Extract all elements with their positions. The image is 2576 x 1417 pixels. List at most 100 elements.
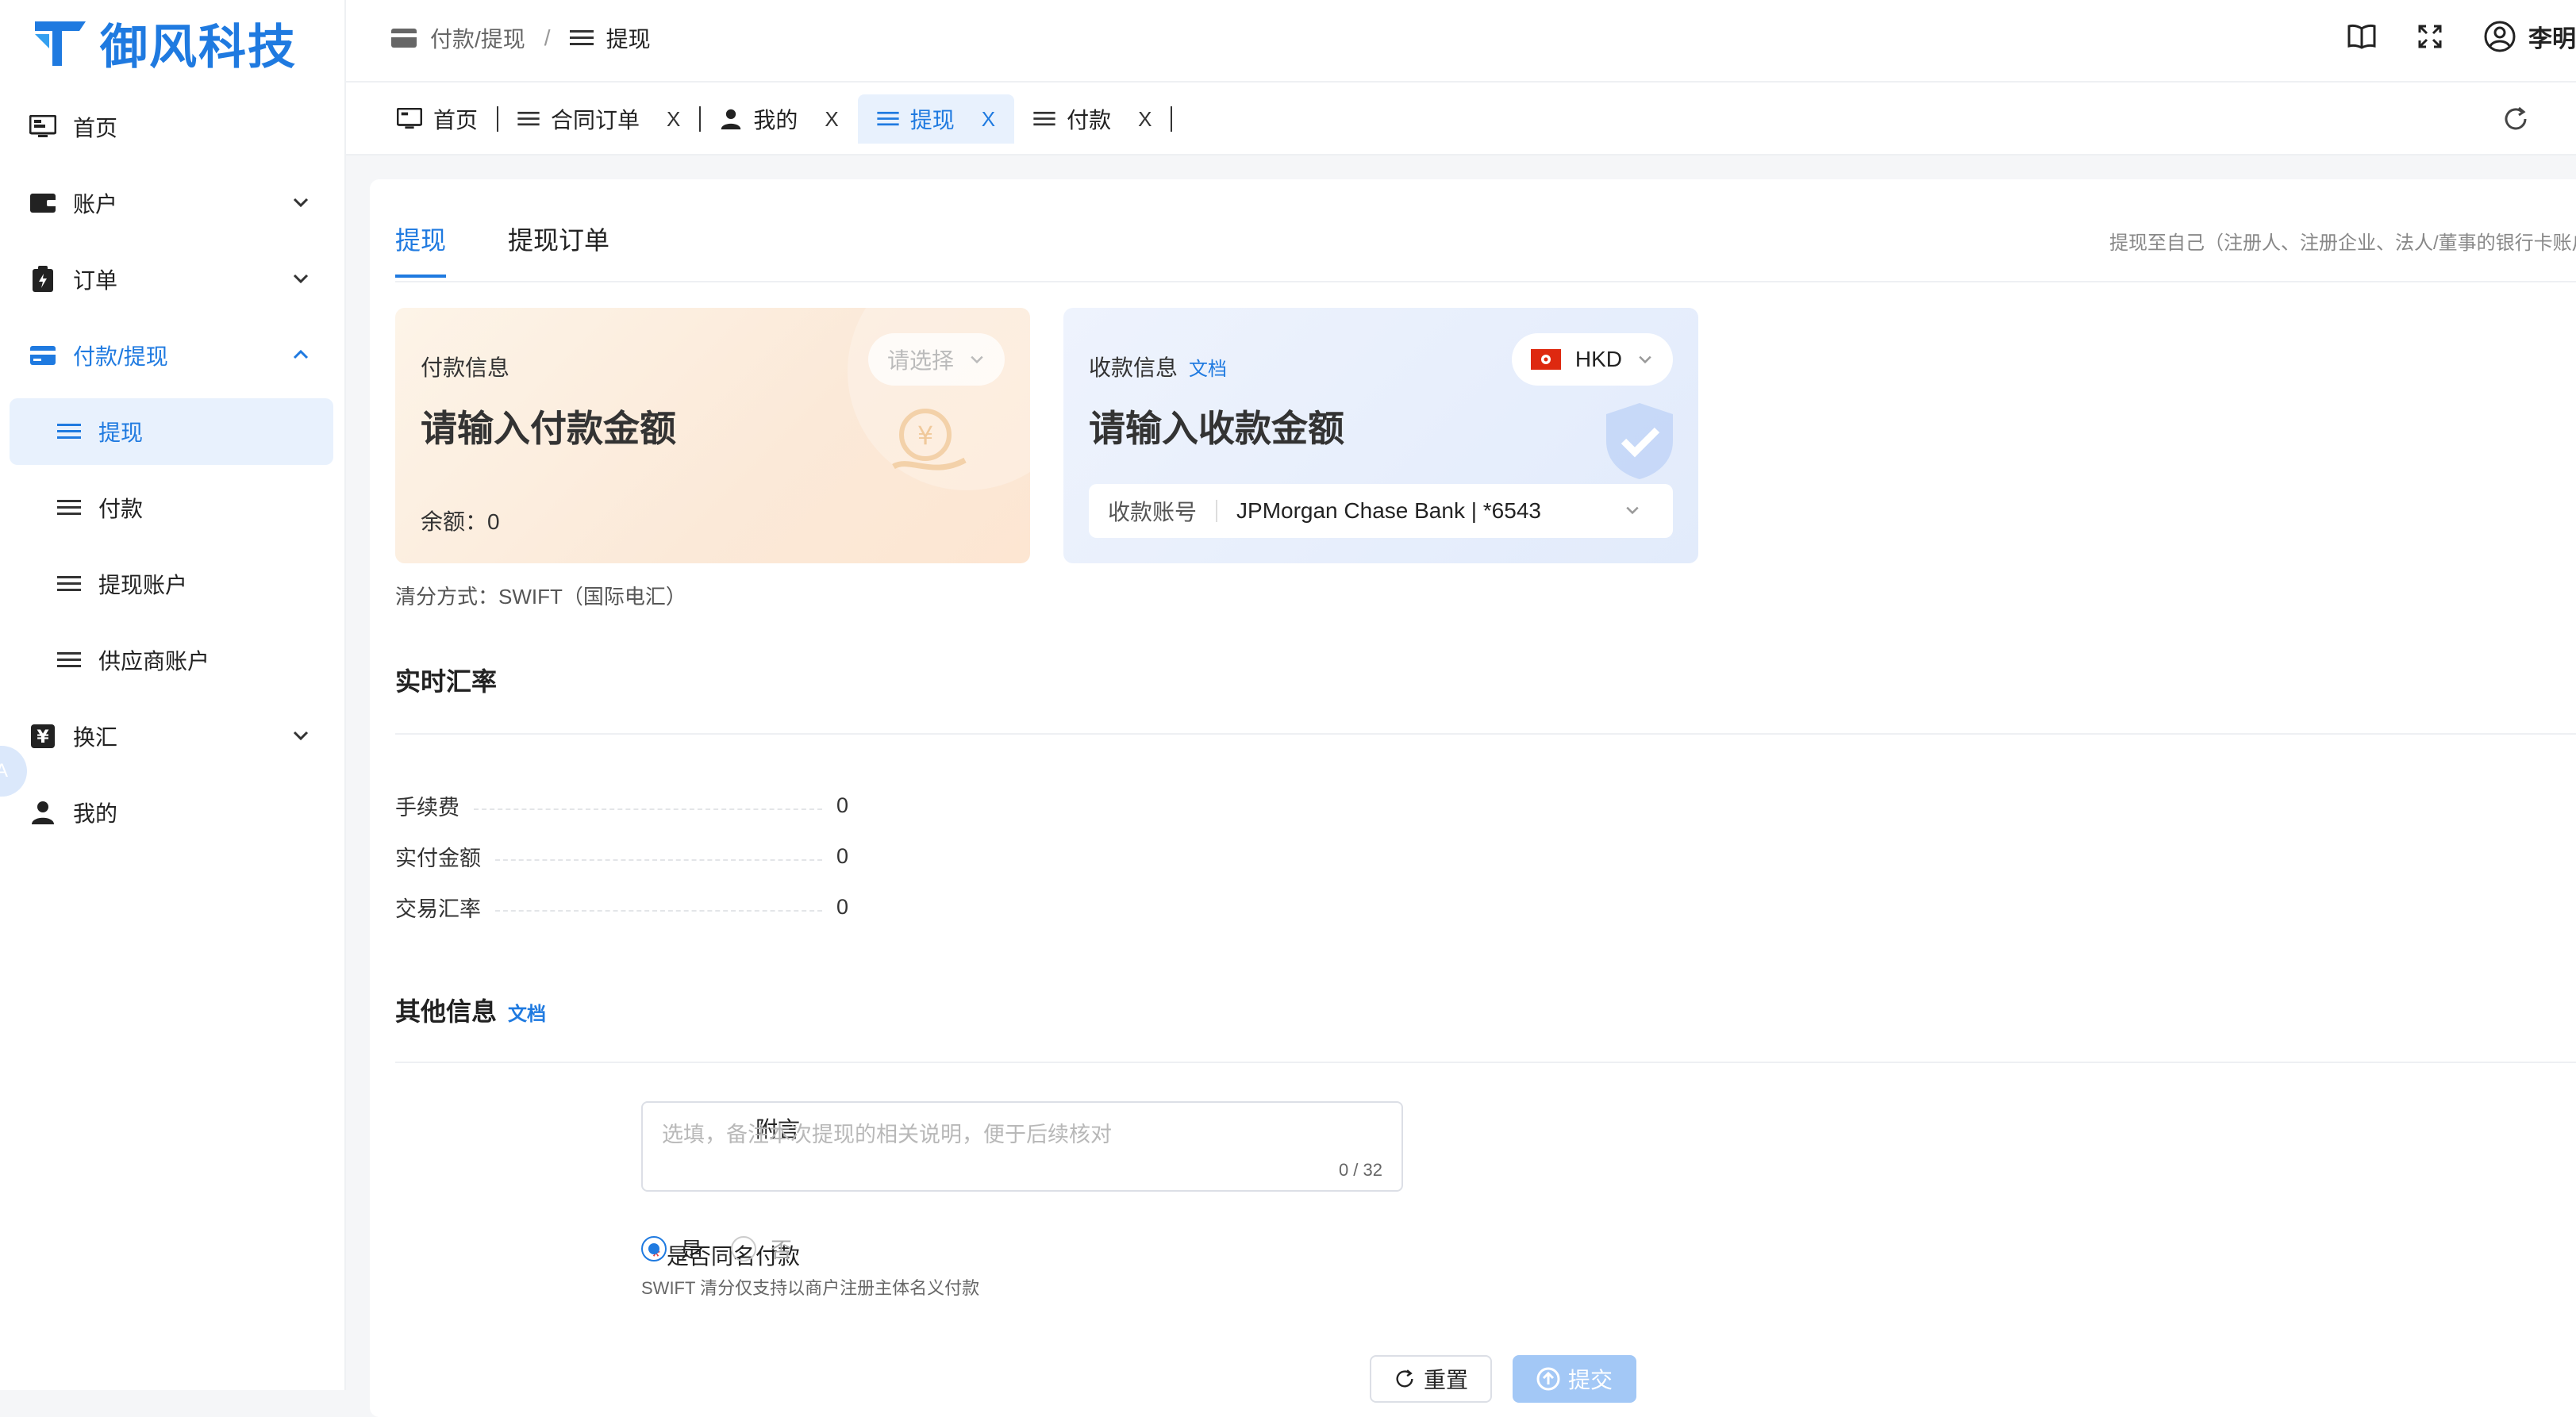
section-title-rate: 实时汇率 <box>395 662 497 698</box>
sidebar-item-label: 首页 <box>73 116 118 140</box>
radio-yes[interactable] <box>641 1235 667 1261</box>
doc-link[interactable]: 文档 <box>508 998 546 1026</box>
close-icon[interactable]: X <box>1138 107 1152 132</box>
sidebar-subitem-label: 提现 <box>98 420 144 445</box>
page-tabs: 首页 合同订单 X 我的 X 提现 X 付款 X <box>378 94 1173 144</box>
close-icon[interactable]: X <box>982 107 995 132</box>
sidebar-item-orders[interactable]: 订单 <box>0 241 346 317</box>
tab-payment[interactable]: 付款 X <box>1014 94 1171 144</box>
same-name-radio-group: 是 否 <box>641 1233 792 1264</box>
fee-label: 手续费 <box>395 796 459 820</box>
payment-info-title: 付款信息 <box>421 355 510 380</box>
tab-withdraw-form[interactable]: 提现 <box>395 221 447 278</box>
coin-hand-icon: ¥ <box>892 409 967 470</box>
receive-amount-input[interactable]: 请输入收款金额 <box>1089 400 1344 452</box>
balance-text: 余额：0 <box>421 509 500 534</box>
sidebar-subitem-withdraw[interactable]: 提现 <box>10 398 333 465</box>
sidebar-subitem-label: 付款 <box>98 497 144 521</box>
sidebar-subitem-payment[interactable]: 付款 <box>0 470 346 546</box>
sidebar-item-label: 我的 <box>73 801 118 826</box>
refresh-icon[interactable] <box>2501 105 2530 133</box>
tab-label: 付款 <box>1067 108 1112 132</box>
monitor-icon <box>27 111 59 143</box>
payment-info-card: 付款信息 请选择 请输入付款金额 ¥ 余额：0 <box>395 308 1030 563</box>
chevron-up-icon[interactable] <box>290 344 311 365</box>
payment-amount-input[interactable]: 请输入付款金额 <box>421 400 676 452</box>
menu-icon <box>57 570 84 597</box>
tab-mine[interactable]: 我的 X <box>701 94 857 144</box>
tab-withdraw[interactable]: 提现 X <box>857 94 1015 144</box>
payment-source-select[interactable]: 请选择 <box>867 333 1005 386</box>
receive-account-select[interactable]: 收款账号 JPMorgan Chase Bank | *6543 <box>1089 484 1673 538</box>
sidebar-item-label: 换汇 <box>73 725 118 750</box>
chevron-down-icon <box>1626 506 1639 515</box>
exchange-rate-label: 交易汇率 <box>395 897 481 921</box>
tab-withdraw-orders[interactable]: 提现订单 <box>508 221 609 278</box>
actual-amount-label: 实付金额 <box>395 847 481 870</box>
sidebar-item-mine[interactable]: 我的 <box>0 774 346 851</box>
top-bar: 付款/提现 / 提现 李明（已审核 <box>346 0 2576 83</box>
radio-yes-label[interactable]: 是 <box>681 1233 702 1264</box>
sidebar-subitem-withdraw-accounts[interactable]: 提现账户 <box>0 546 346 622</box>
content-tabs: 提现 提现订单 <box>395 221 609 278</box>
doc-link[interactable]: 文档 <box>1189 353 1227 381</box>
close-icon[interactable]: X <box>825 107 838 132</box>
refresh-icon <box>1396 1369 1413 1388</box>
hk-flag-icon <box>1530 349 1561 370</box>
svg-text:¥: ¥ <box>37 728 49 747</box>
radio-no-label[interactable]: 否 <box>771 1233 792 1264</box>
tab-home[interactable]: 首页 <box>378 94 497 144</box>
fullscreen-icon[interactable] <box>2417 24 2443 49</box>
breadcrumb-parent[interactable]: 付款/提现 <box>430 22 525 54</box>
chevron-down-icon[interactable] <box>290 192 311 213</box>
breadcrumb-current: 提现 <box>606 27 651 52</box>
sidebar-item-account[interactable]: 账户 <box>0 165 346 241</box>
chevron-down-icon <box>1639 355 1651 364</box>
sidebar-item-label: 账户 <box>73 192 118 217</box>
sidebar-item-exchange[interactable]: ¥ 换汇 <box>0 698 346 774</box>
menu-icon <box>57 494 84 521</box>
book-icon[interactable] <box>2347 24 2376 49</box>
radio-no[interactable] <box>731 1235 756 1261</box>
menu-icon <box>1033 111 1055 126</box>
tab-label: 我的 <box>753 108 798 132</box>
dotted-leader <box>495 909 822 912</box>
menu-icon <box>877 111 899 126</box>
chevron-down-icon[interactable] <box>290 268 311 289</box>
section-title-text: 实时汇率 <box>395 667 498 696</box>
same-name-note: SWIFT 清分仅支持以商户注册主体名义付款 <box>641 1278 980 1298</box>
payment-info-label: 付款信息 <box>421 351 509 382</box>
submit-button[interactable]: 提交 <box>1513 1355 1636 1403</box>
submit-label: 提交 <box>1567 1368 1613 1392</box>
tab-label: 合同订单 <box>551 108 640 132</box>
menu-icon <box>57 647 84 674</box>
sidebar-item-home[interactable]: 首页 <box>0 89 346 165</box>
receive-info-label: 收款信息 文档 <box>1089 351 1227 382</box>
close-icon[interactable]: X <box>667 107 680 132</box>
remark-placeholder: 选填，备注本次提现的相关说明，便于后续核对 <box>662 1123 1112 1146</box>
user-circle-icon <box>2484 21 2516 52</box>
reset-button[interactable]: 重置 <box>1370 1355 1492 1403</box>
monitor-icon <box>397 108 422 129</box>
receive-account-label: 收款账号 <box>1108 500 1198 524</box>
user-menu[interactable]: 李明（已审核 <box>2484 19 2576 54</box>
divider <box>395 281 2576 282</box>
currency-code: HKD <box>1574 347 1622 371</box>
brand-name: 御风科技 <box>100 20 297 74</box>
receive-info-card: 收款信息 文档 HKD 请输入收款金额 收款账号 JPMorgan Chase … <box>1063 308 1698 563</box>
tab-contract-orders[interactable]: 合同订单 X <box>498 94 699 144</box>
actual-amount-value: 0 <box>836 844 849 868</box>
sidebar-subitem-label: 提现账户 <box>98 573 188 597</box>
sidebar-item-payment-withdraw[interactable]: 付款/提现 <box>0 317 346 394</box>
shield-check-icon <box>1606 403 1673 479</box>
currency-select[interactable]: HKD <box>1511 333 1673 386</box>
chevron-down-icon[interactable] <box>290 725 311 746</box>
select-placeholder: 请选择 <box>886 348 954 373</box>
logo[interactable]: 御风科技 <box>32 11 297 75</box>
remark-textarea[interactable]: 选填，备注本次提现的相关说明，便于后续核对 0 / 32 <box>641 1101 1403 1192</box>
menu-icon <box>569 30 594 45</box>
receive-info-title: 收款信息 <box>1089 355 1178 380</box>
card-icon <box>391 29 417 48</box>
section-title-other: 其他信息 文档 <box>395 992 546 1028</box>
sidebar-subitem-supplier-accounts[interactable]: 供应商账户 <box>0 622 346 698</box>
